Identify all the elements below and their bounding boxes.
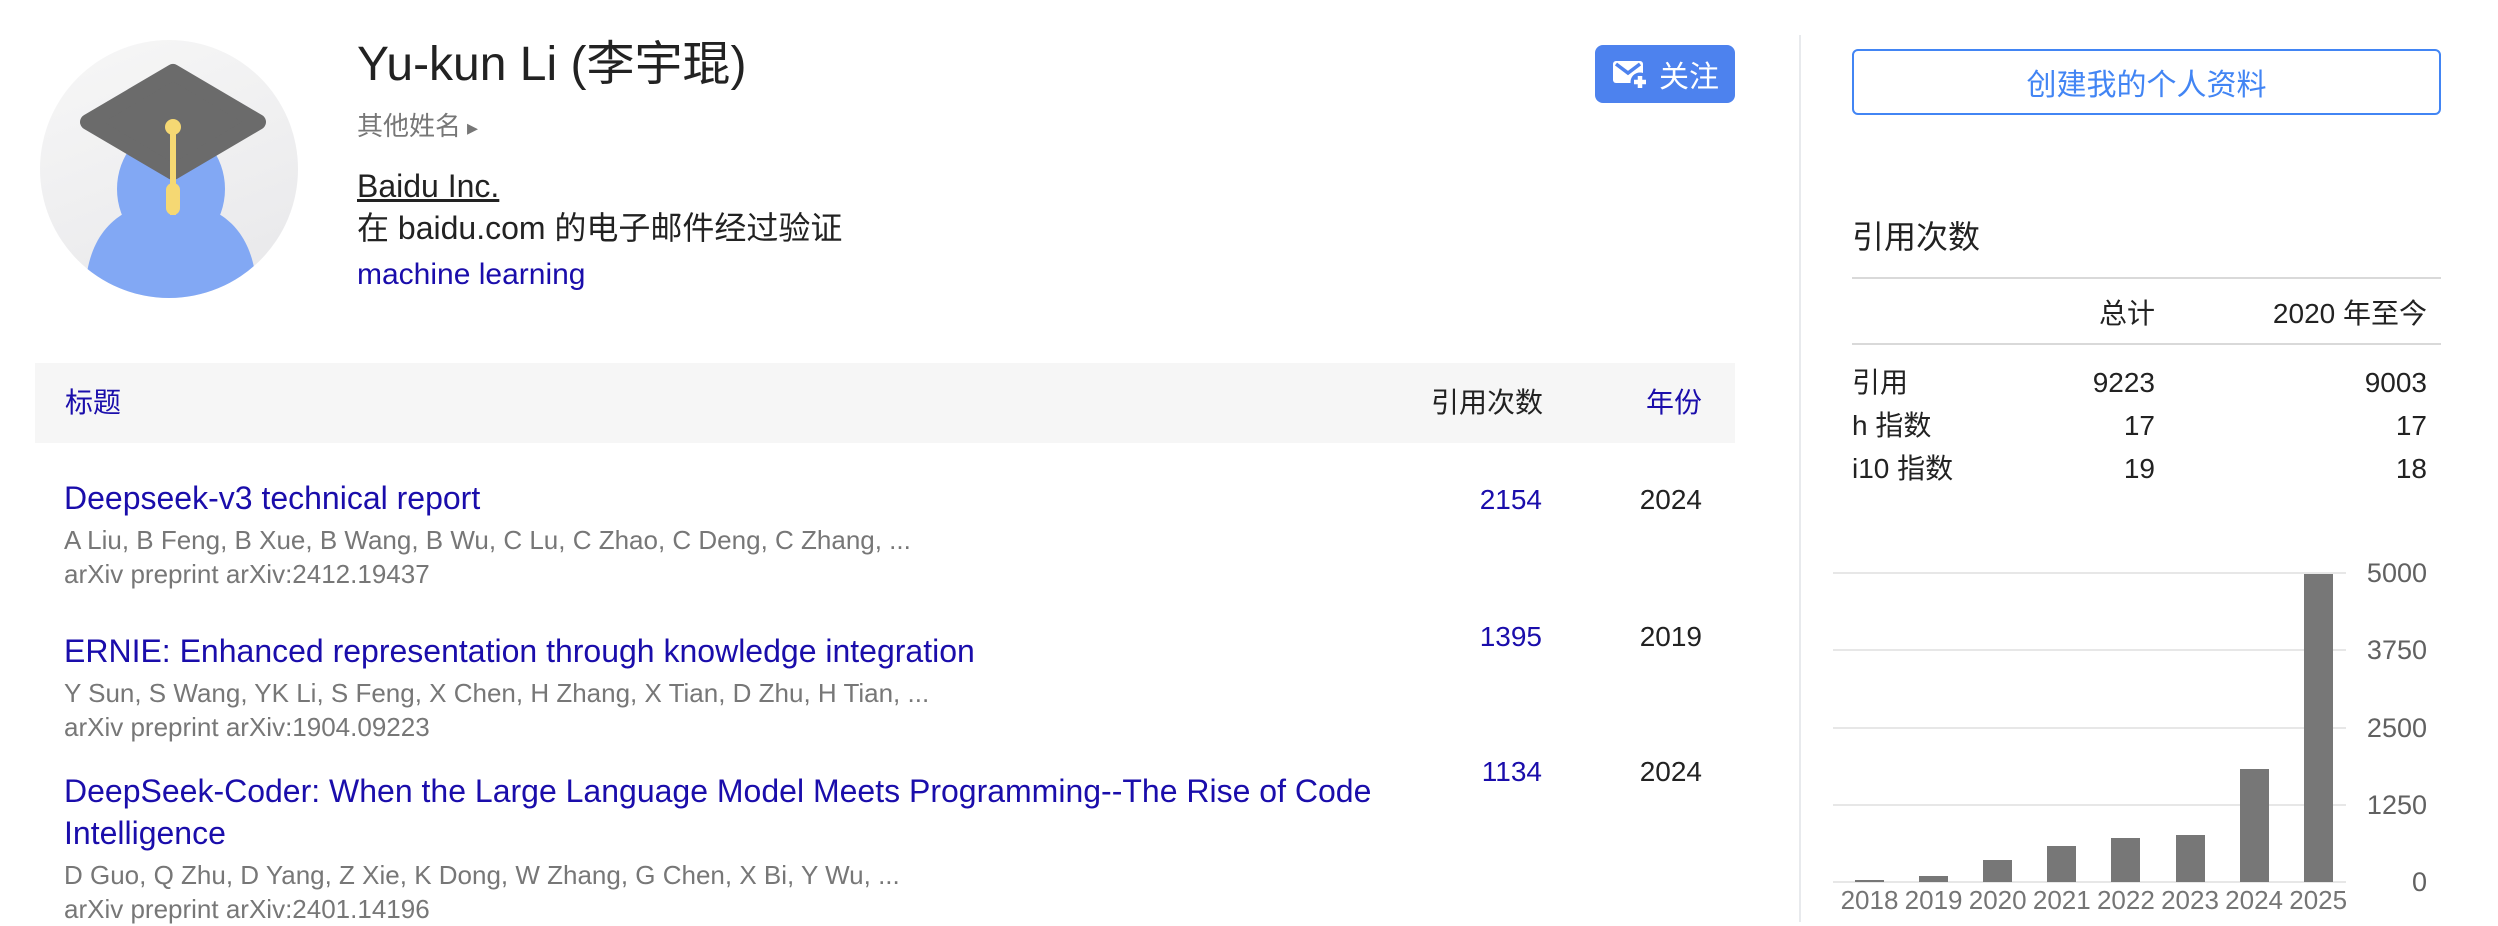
interest-link-machine-learning[interactable]: machine learning	[357, 256, 585, 294]
follow-button[interactable]: 关注	[1595, 45, 1735, 103]
article-row: ERNIE: Enhanced representation through k…	[64, 630, 1424, 744]
article-year: 2024	[1542, 754, 1702, 790]
article-cited-by-link[interactable]: 1134	[1342, 754, 1542, 790]
article-title-link[interactable]: ERNIE: Enhanced representation through k…	[64, 633, 975, 669]
article-authors: D Guo, Q Zhu, D Yang, Z Xie, K Dong, W Z…	[64, 858, 1424, 892]
content-sidebar-divider	[1799, 35, 1801, 922]
chart-bar-2021[interactable]	[2047, 846, 2076, 882]
article-title-link[interactable]: Deepseek-v3 technical report	[64, 480, 480, 516]
follow-button-label: 关注	[1659, 52, 1719, 96]
column-header-year[interactable]: 年份	[1542, 389, 1702, 417]
avatar-tassel	[166, 183, 180, 215]
stat-value-citations-since: 9003	[2227, 361, 2427, 404]
stat-value-citations-all: 9223	[1955, 361, 2155, 404]
stats-column-since-2020: 2020 年至今	[2227, 296, 2427, 332]
citations-per-year-chart: 0125025003750500020182019202020212022202…	[1833, 560, 2453, 920]
article-year: 2019	[1542, 619, 1702, 655]
stats-divider	[1852, 343, 2441, 345]
chart-bar-2019[interactable]	[1919, 876, 1948, 882]
other-names-toggle[interactable]: 其他姓名▸	[357, 106, 478, 143]
article-cited-by-link[interactable]: 2154	[1342, 482, 1542, 518]
stat-value-h-index-since: 17	[2227, 404, 2427, 447]
stats-divider	[1852, 277, 2441, 279]
stat-value-h-index-all: 17	[1955, 404, 2155, 447]
chevron-right-icon: ▸	[467, 115, 478, 140]
chart-bar-2024[interactable]	[2240, 769, 2269, 882]
affiliation-link[interactable]: Baidu Inc.	[357, 166, 499, 206]
column-header-title[interactable]: 标题	[65, 389, 121, 417]
stat-value-i10-index-since: 18	[2227, 447, 2427, 490]
chart-gridline	[1833, 881, 2346, 883]
article-title-link[interactable]: DeepSeek-Coder: When the Large Language …	[64, 773, 1371, 851]
article-authors: A Liu, B Feng, B Xue, B Wang, B Wu, C Lu…	[64, 523, 1424, 557]
article-venue: arXiv preprint arXiv:2412.19437	[64, 557, 1424, 591]
chart-bar-2023[interactable]	[2176, 835, 2205, 882]
article-cited-by-link[interactable]: 1395	[1342, 619, 1542, 655]
email-verified-text: 在 baidu.com 的电子邮件经过验证	[357, 208, 842, 248]
profile-name: Yu-kun Li (李宇琨)	[357, 36, 746, 94]
chart-bar-2020[interactable]	[1983, 860, 2012, 882]
article-row: Deepseek-v3 technical report A Liu, B Fe…	[64, 477, 1424, 591]
stat-label-h-index: h 指数	[1852, 404, 1931, 447]
chart-x-axis-label: 2025	[2273, 887, 2363, 914]
article-authors: Y Sun, S Wang, YK Li, S Feng, X Chen, H …	[64, 676, 1424, 710]
article-venue: arXiv preprint arXiv:2401.14196	[64, 892, 1424, 926]
article-venue: arXiv preprint arXiv:1904.09223	[64, 710, 1424, 744]
other-names-label: 其他姓名	[357, 111, 461, 141]
column-header-cited-by: 引用次数	[1343, 389, 1543, 417]
mail-plus-icon	[1611, 58, 1649, 90]
chart-bar-2022[interactable]	[2111, 838, 2140, 882]
chart-gridline	[1833, 727, 2346, 729]
chart-gridline	[1833, 572, 2346, 574]
profile-avatar	[40, 40, 298, 298]
chart-bar-2025[interactable]	[2304, 574, 2333, 882]
stat-value-i10-index-all: 19	[1955, 447, 2155, 490]
stat-label-citations: 引用	[1852, 361, 1908, 404]
cited-by-heading[interactable]: 引用次数	[1852, 212, 1980, 258]
create-my-profile-button[interactable]: 创建我的个人资料	[1852, 49, 2441, 115]
stats-column-all: 总计	[1955, 296, 2155, 332]
article-year: 2024	[1542, 482, 1702, 518]
chart-gridline	[1833, 804, 2346, 806]
stat-label-i10-index: i10 指数	[1852, 447, 1953, 490]
chart-bar-2018[interactable]	[1855, 880, 1884, 882]
article-row: DeepSeek-Coder: When the Large Language …	[64, 770, 1424, 926]
chart-gridline	[1833, 649, 2346, 651]
